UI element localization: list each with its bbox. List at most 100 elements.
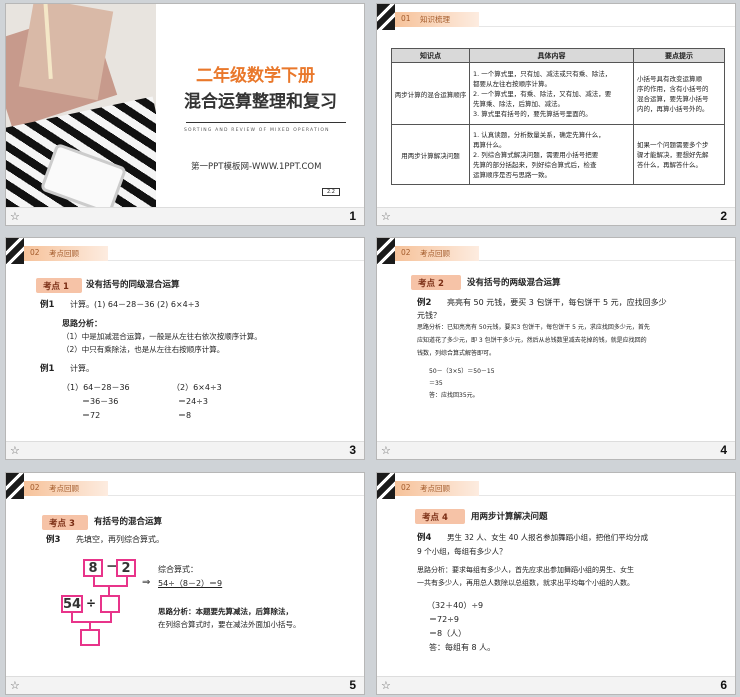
slide-number: 6 bbox=[720, 678, 727, 692]
animation-star-icon[interactable]: ☆ bbox=[381, 210, 391, 223]
connector-line bbox=[126, 577, 128, 585]
slide-footer: ☆ 5 bbox=[6, 676, 364, 694]
solution-step: ＝36－36 bbox=[82, 397, 119, 406]
divide-operator: ÷ bbox=[86, 596, 97, 610]
formula-text: 54÷（8－2）＝9 bbox=[158, 579, 223, 588]
blank-box[interactable] bbox=[100, 595, 120, 613]
content-line: 2. 列综合算式解决问题，需要用小括号把要 bbox=[473, 150, 599, 159]
example-text: 元钱？ bbox=[417, 311, 441, 320]
slide-number: 5 bbox=[349, 678, 356, 692]
section-header: 02 考点回顾 bbox=[377, 238, 735, 264]
connector-line bbox=[93, 585, 128, 587]
topic-label: 考点 1 bbox=[36, 278, 82, 293]
section-title: 考点回顾 bbox=[49, 249, 79, 258]
header-thumbnail bbox=[6, 473, 24, 499]
example-text: 计算。(1) 64－28－36 (2) 6×4÷3 bbox=[70, 300, 200, 309]
solution-step: ＝8（人） bbox=[429, 629, 467, 638]
section-title: 知识梳理 bbox=[420, 15, 450, 24]
solution-line: （1）64－28－36 bbox=[62, 383, 130, 392]
example-label: 例2 bbox=[417, 298, 432, 308]
animation-star-icon[interactable]: ☆ bbox=[10, 679, 20, 692]
analysis-line: 钱数，列综合算式解答即可。 bbox=[417, 350, 496, 357]
analysis-line: 思路分析：要求每组有多少人，首先应求出参加舞蹈小组的男生、女生 bbox=[417, 566, 634, 574]
animation-star-icon[interactable]: ☆ bbox=[10, 210, 20, 223]
number-box: 54 bbox=[61, 595, 83, 613]
section-number: 01 bbox=[401, 14, 411, 23]
cover-photo bbox=[6, 4, 156, 209]
tip-line: 混合运算，要先算小括号 bbox=[637, 94, 709, 103]
section-header: 02 考点回顾 bbox=[6, 238, 364, 264]
content-line: 1. 认真读题，分析数量关系，确定先算什么， bbox=[473, 130, 605, 139]
connector-line bbox=[71, 621, 112, 623]
example-text: 亮亮有 50 元钱，要买 3 包饼干，每包饼干 5 元，应找回多少 bbox=[447, 298, 667, 307]
knowledge-table: 知识点 具体内容 要点提示 两步计算的混合运算顺序 1. 一个算式里，只有加、减… bbox=[391, 48, 725, 185]
example-label: 例1 bbox=[40, 364, 55, 374]
answer-text: 答：应找回35元。 bbox=[429, 392, 479, 399]
table-header: 知识点 bbox=[391, 48, 470, 63]
analysis-line: 思路分析：已知亮亮有 50元钱，要买3 包饼干，每包饼干 5 元，求应找回多少元… bbox=[417, 324, 650, 331]
table-cell-point: 两步计算的混合运算顺序 bbox=[391, 62, 470, 125]
point-text: 用两步计算解决问题 bbox=[401, 151, 460, 160]
slide-number: 2 bbox=[720, 209, 727, 223]
number-box: 2 bbox=[116, 559, 136, 577]
topic-title: 没有括号的同级混合运算 bbox=[86, 280, 180, 290]
content-line: 2. 一个算式里，有乘、除法，又有加、减法，要 bbox=[473, 89, 612, 98]
slide1-title-top: 二年级数学下册 bbox=[196, 66, 315, 86]
animation-star-icon[interactable]: ☆ bbox=[381, 679, 391, 692]
slide-number: 3 bbox=[349, 443, 356, 457]
answer-text: 答：每组有 8 人。 bbox=[429, 643, 496, 652]
section-number: 02 bbox=[401, 248, 411, 257]
analysis-line: （1）中是加减混合运算，一般是从左往右依次按顺序计算。 bbox=[62, 332, 262, 341]
section-title: 考点回顾 bbox=[49, 484, 79, 493]
solution-step: ＝72÷9 bbox=[429, 615, 459, 624]
table-header: 具体内容 bbox=[469, 48, 634, 63]
example-text: 先填空，再列综合算式。 bbox=[76, 535, 164, 544]
content-line: 运算顺序是否与思路一致。 bbox=[473, 170, 551, 179]
table-cell-point: 用两步计算解决问题 bbox=[391, 124, 470, 185]
topic-label: 考点 2 bbox=[411, 275, 461, 290]
slide-thumbnail-6[interactable]: 02 考点回顾 考点 4 用两步计算解决问题 例4 男生 32 人、女生 40 人… bbox=[376, 472, 736, 695]
tip-line: 答什么，再解答什么。 bbox=[637, 160, 702, 169]
connector-line bbox=[110, 613, 112, 621]
topic-label-text: 考点 1 bbox=[43, 282, 69, 292]
example-text: 男生 32 人、女生 40 人报名参加舞蹈小组，把他们平均分成 bbox=[447, 533, 649, 542]
topic-label-text: 考点 4 bbox=[422, 513, 448, 523]
topic-label: 考点 4 bbox=[415, 509, 465, 524]
connector-line bbox=[108, 585, 110, 595]
slide-thumbnail-3[interactable]: 02 考点回顾 考点 1 没有括号的同级混合运算 例1 计算。(1) 64－28－… bbox=[5, 237, 365, 460]
blank-box[interactable] bbox=[80, 629, 100, 646]
slide-footer: ☆ 6 bbox=[377, 676, 735, 694]
header-thumbnail bbox=[377, 473, 395, 499]
formula-label: 综合算式： bbox=[158, 565, 198, 574]
slide-footer: ☆ 1 bbox=[6, 207, 364, 225]
header-thumbnail bbox=[377, 4, 395, 30]
topic-label-text: 考点 3 bbox=[49, 519, 75, 529]
content-line: 先算乘、除法，后算加、减法。 bbox=[473, 99, 564, 108]
table-header: 要点提示 bbox=[633, 48, 725, 63]
tip-line: 小括号具有改变运算顺 bbox=[637, 74, 702, 83]
topic-label: 考点 3 bbox=[42, 515, 88, 530]
table-cell-content: 1. 一个算式里，只有加、减法或只有乘、除法， 都要从左往右按顺序计算。 2. … bbox=[469, 62, 634, 125]
animation-star-icon[interactable]: ☆ bbox=[381, 444, 391, 457]
slide1-site: 第一PPT模板网-WWW.1PPT.COM bbox=[191, 162, 322, 172]
header-thumbnail bbox=[6, 238, 24, 264]
slide-thumbnail-1[interactable]: 二年级数学下册 混合运算整理和复习 SORTING AND REVIEW OF … bbox=[5, 3, 365, 226]
content-line: 先算的部分括起来，列好综合算式后，检查 bbox=[473, 160, 597, 169]
slide1-divider bbox=[186, 122, 346, 123]
content-line: 1. 一个算式里，只有加、减法或只有乘、除法， bbox=[473, 69, 612, 78]
section-number: 02 bbox=[30, 483, 40, 492]
tip-line: 序的作用，含有小括号的 bbox=[637, 84, 709, 93]
point-text: 两步计算的混合运算顺序 bbox=[394, 90, 467, 99]
topic-title: 没有括号的两级混合运算 bbox=[467, 278, 561, 288]
solution-step: ＝35 bbox=[429, 380, 443, 387]
example-text: 计算。 bbox=[70, 364, 94, 373]
slide-thumbnail-2[interactable]: 01 知识梳理 知识点 具体内容 要点提示 两步计算的混合运算顺序 1. 一个算式… bbox=[376, 3, 736, 226]
topic-title: 用两步计算解决问题 bbox=[471, 512, 548, 522]
slide-thumbnail-5[interactable]: 02 考点回顾 考点 3 有括号的混合运算 例3 先填空，再列综合算式。 8 － … bbox=[5, 472, 365, 695]
connector-line bbox=[93, 577, 95, 585]
example-label: 例1 bbox=[40, 300, 55, 310]
example-label: 例3 bbox=[46, 535, 61, 545]
slide-thumbnail-4[interactable]: 02 考点回顾 考点 2 没有括号的两级混合运算 例2 亮亮有 50 元钱，要买 … bbox=[376, 237, 736, 460]
arrow-icon: ⇒ bbox=[142, 577, 151, 588]
animation-star-icon[interactable]: ☆ bbox=[10, 444, 20, 457]
